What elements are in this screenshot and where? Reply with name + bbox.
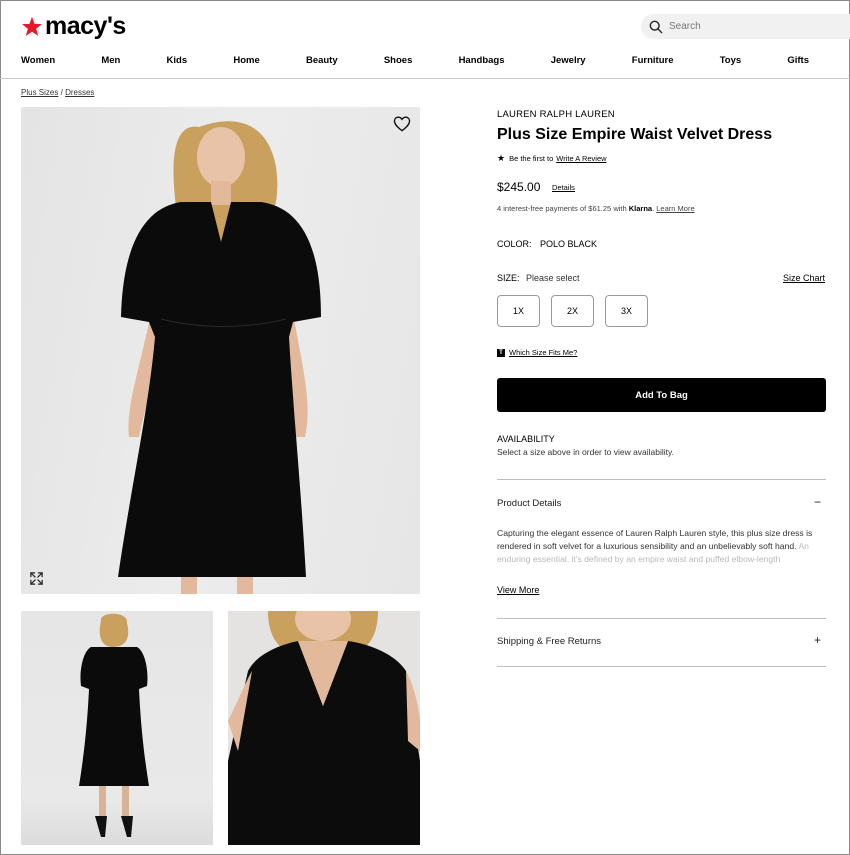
shipping-returns-toggle[interactable]: Shipping & Free Returns [497,636,601,647]
klarna-text: 4 interest-free payments of $61.25 with [497,204,627,213]
product-title: Plus Size Empire Waist Velvet Dress [497,126,773,143]
size-prompt: Please select [526,273,580,283]
color-value: POLO BLACK [540,239,598,249]
size-row: SIZE: Please select [497,273,580,283]
thumbnail-back-view[interactable] [21,611,213,845]
breadcrumb-plus-sizes[interactable]: Plus Sizes [21,88,58,97]
model-closeup-illustration [228,611,420,845]
availability-text: Select a size above in order to view ava… [497,447,675,457]
which-size-fits-link[interactable]: Which Size Fits Me? [509,348,577,357]
breadcrumb-dresses[interactable]: Dresses [65,88,94,97]
expand-plus-icon[interactable]: + [814,633,821,647]
fit-finder-row: T Which Size Fits Me? [497,348,577,357]
product-details-toggle[interactable]: Product Details [497,498,561,509]
add-to-bag-button[interactable]: Add To Bag [497,378,826,412]
size-option-2x[interactable]: 2X [551,295,594,327]
size-option-1x[interactable]: 1X [497,295,540,327]
model-front-illustration [118,121,321,594]
nav-divider [0,78,850,79]
nav-item-beauty[interactable]: Beauty [306,55,338,66]
divider [497,618,826,619]
nav-item-furniture[interactable]: Furniture [632,55,674,66]
review-row: ★ Be the first to Write A Review [497,153,607,164]
color-row: COLOR: POLO BLACK [497,239,597,249]
collapse-icon[interactable]: − [814,495,821,509]
model-back-illustration [79,613,149,837]
product-price: $245.00 [497,180,541,194]
nav-item-men[interactable]: Men [101,55,120,66]
heart-icon[interactable] [393,116,411,132]
nav-item-women[interactable]: Women [21,55,55,66]
size-options: 1X 2X 3X [497,295,648,327]
search-bar[interactable] [641,14,850,39]
breadcrumb-separator: / [60,88,63,97]
main-product-image[interactable] [21,107,420,594]
description-text: Capturing the elegant essence of Lauren … [497,528,813,551]
nav-item-home[interactable]: Home [233,55,259,66]
nav-item-jewelry[interactable]: Jewelry [551,55,586,66]
availability-title: AVAILABILITY [497,434,555,444]
price-details-link[interactable]: Details [552,183,575,192]
breadcrumb: Plus Sizes / Dresses [21,88,94,97]
nav-item-shoes[interactable]: Shoes [384,55,413,66]
star-icon: ★ [497,153,506,163]
klarna-row: 4 interest-free payments of $61.25 with … [497,204,695,213]
nav-item-gifts[interactable]: Gifts [787,55,809,66]
search-input[interactable] [669,21,829,32]
product-brand[interactable]: LAUREN RALPH LAUREN [497,109,615,120]
klarna-brand: Klarna [628,204,653,213]
size-label: SIZE: [497,273,520,283]
divider [497,479,826,480]
thumbnail-closeup[interactable] [228,611,420,845]
klarna-learn-more-link[interactable]: Learn More [656,204,694,213]
size-option-3x[interactable]: 3X [605,295,648,327]
write-review-link[interactable]: Write A Review [556,154,606,163]
size-chart-link[interactable]: Size Chart [783,273,825,283]
expand-icon[interactable] [29,571,44,586]
color-label: COLOR: [497,239,532,249]
main-nav: Women Men Kids Home Beauty Shoes Handbag… [21,55,809,66]
nav-item-toys[interactable]: Toys [720,55,741,66]
nav-item-kids[interactable]: Kids [167,55,188,66]
true-fit-icon: T [497,348,505,357]
star-logo-icon [22,16,42,36]
macys-logo[interactable]: macy's [21,12,126,41]
view-more-link[interactable]: View More [497,585,539,595]
review-prefix: Be the first to [509,154,554,163]
search-icon [649,20,663,33]
nav-item-handbags[interactable]: Handbags [459,55,505,66]
product-description: Capturing the elegant essence of Lauren … [497,527,827,566]
divider [497,666,826,667]
logo-wordmark: macy's [45,12,126,40]
